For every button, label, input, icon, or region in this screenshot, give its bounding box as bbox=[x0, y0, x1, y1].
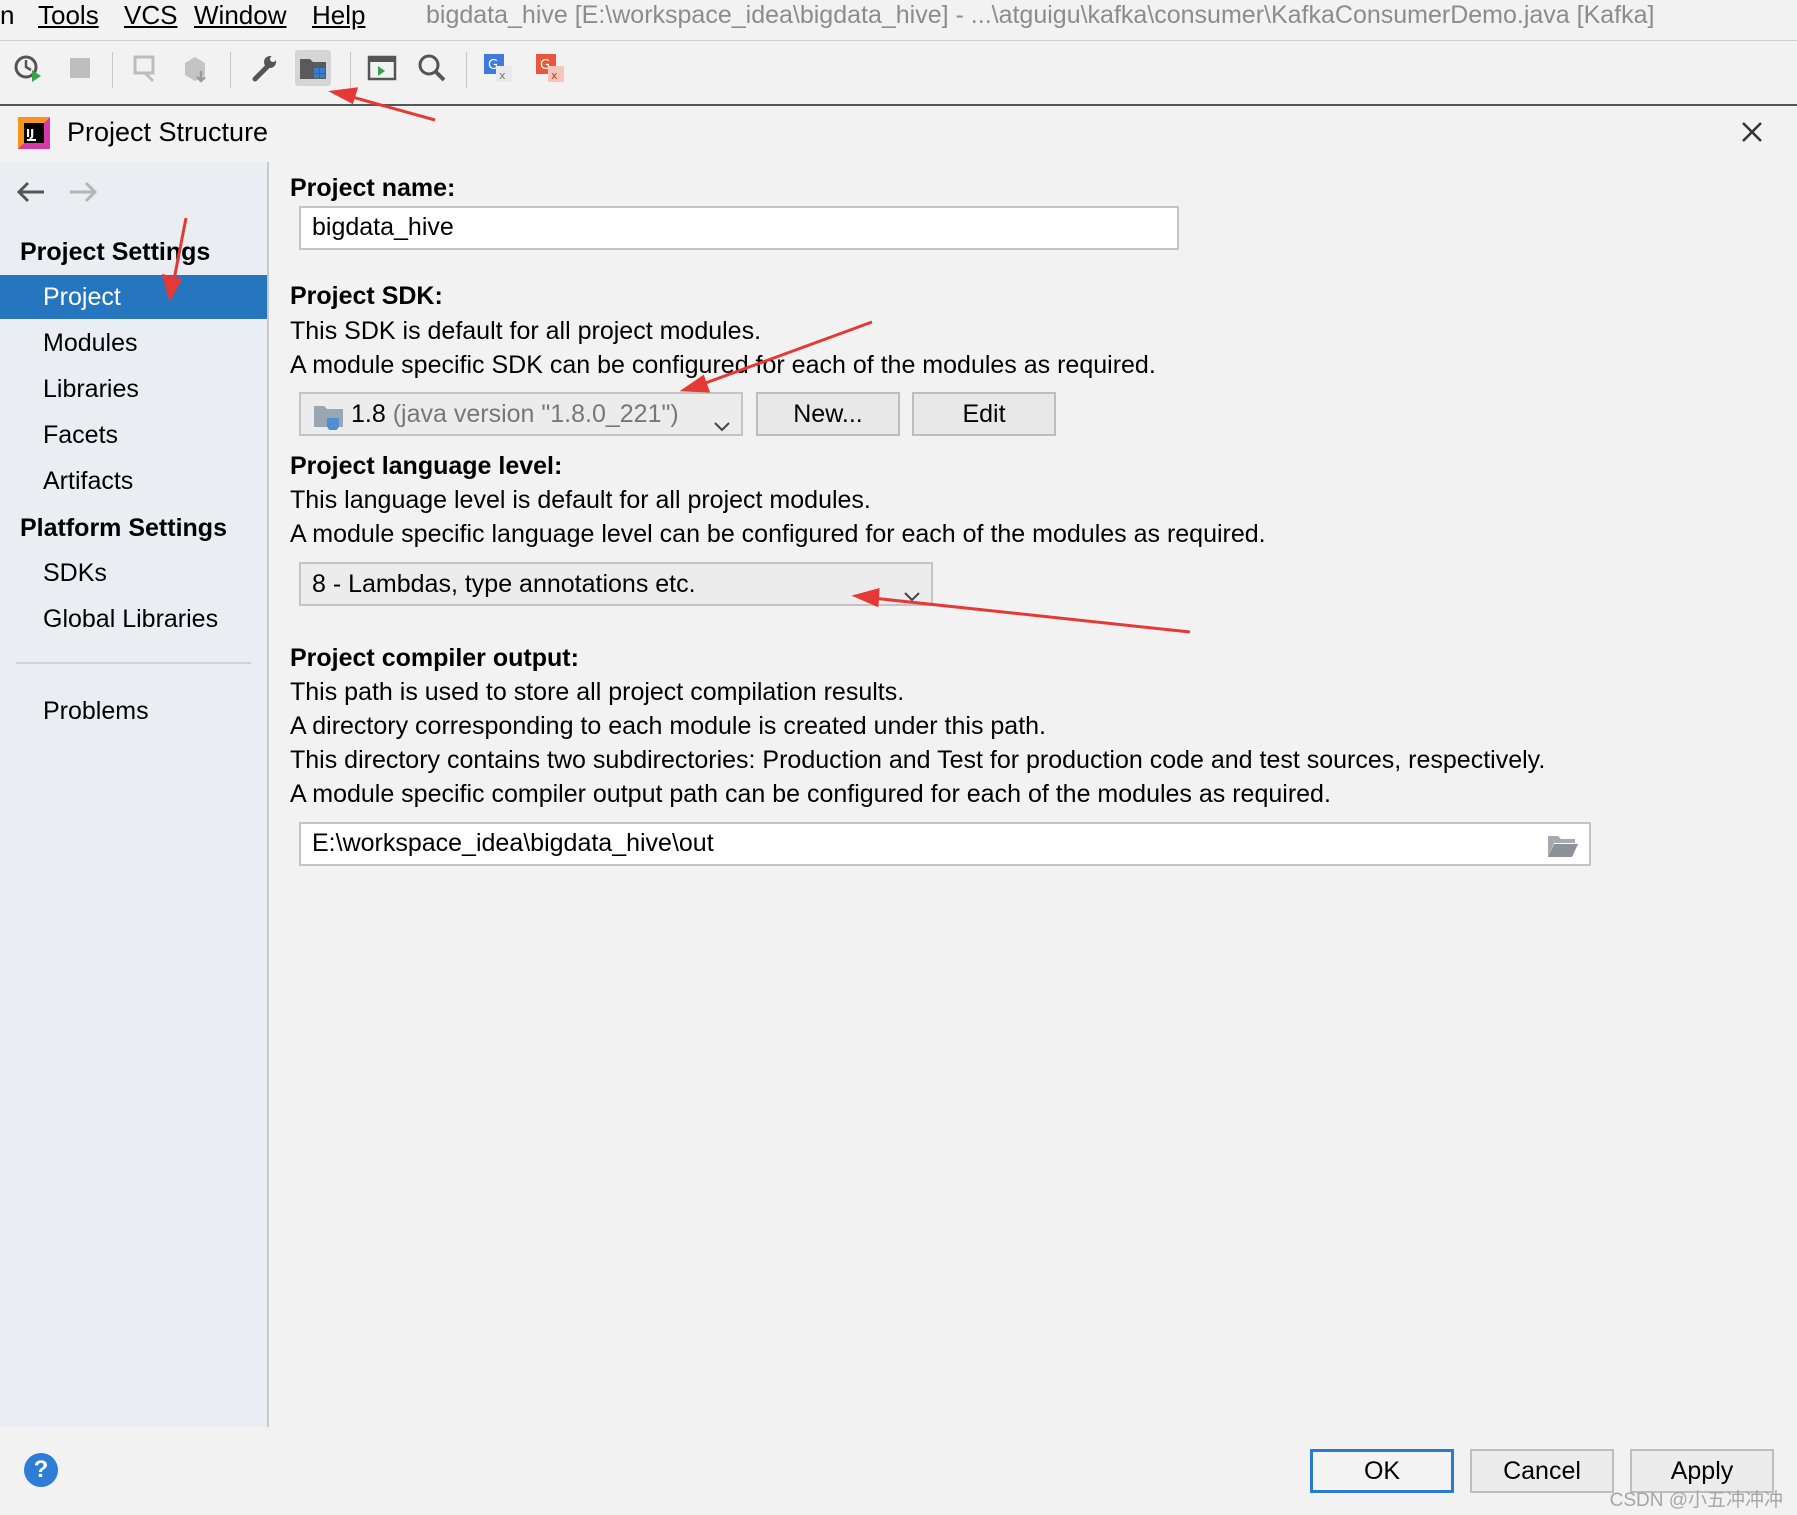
sidebar-item-modules[interactable]: Modules bbox=[0, 321, 267, 365]
sdk-edit-button[interactable]: Edit bbox=[912, 392, 1056, 436]
sdk-version: (java version "1.8.0_221") bbox=[392, 400, 679, 428]
dialog-footer: ? OK Cancel Apply CSDN @小五冲冲冲 bbox=[0, 1427, 1797, 1515]
output-description-3: This directory contains two subdirectori… bbox=[290, 746, 1546, 774]
svg-text:x: x bbox=[499, 69, 506, 82]
sidebar-item-project[interactable]: Project bbox=[0, 275, 267, 319]
sdk-folder-icon bbox=[313, 402, 345, 442]
menu-label-help: Help bbox=[312, 0, 366, 30]
cancel-button[interactable]: Cancel bbox=[1470, 1449, 1614, 1493]
toolbar-separator bbox=[230, 52, 231, 88]
intellij-logo-icon: IJ bbox=[18, 117, 50, 149]
toolbar-separator bbox=[112, 52, 113, 88]
toolbar-separator bbox=[466, 52, 467, 88]
help-button[interactable]: ? bbox=[24, 1453, 58, 1487]
language-description-2: A module specific language level can be … bbox=[290, 520, 1266, 548]
project-settings-panel: Project name: bigdata_hive Project SDK: … bbox=[270, 162, 1797, 1427]
update-running-icon[interactable] bbox=[128, 50, 164, 86]
dialog-title: Project Structure bbox=[67, 117, 269, 147]
chevron-down-icon bbox=[903, 576, 921, 602]
svg-text:IJ: IJ bbox=[26, 127, 34, 140]
sidebar-item-facets[interactable]: Facets bbox=[0, 413, 267, 457]
project-structure-icon[interactable] bbox=[295, 50, 331, 86]
project-name-value: bigdata_hive bbox=[312, 213, 454, 241]
compiler-output-input[interactable]: E:\workspace_idea\bigdata_hive\out bbox=[299, 822, 1591, 866]
svg-text:x: x bbox=[551, 69, 558, 82]
sidebar-divider bbox=[16, 662, 251, 664]
sidebar-item-sdks[interactable]: SDKs bbox=[0, 551, 267, 595]
terminal-window-icon[interactable] bbox=[364, 50, 400, 86]
menu-label-vcs: VCS bbox=[124, 0, 178, 30]
language-level-label: Project language level: bbox=[290, 452, 563, 480]
close-icon[interactable] bbox=[1738, 118, 1766, 146]
settings-sidebar: Project Settings Project Modules Librari… bbox=[0, 162, 269, 1427]
menu-label-tools: Tools bbox=[38, 0, 99, 30]
sidebar-item-libraries[interactable]: Libraries bbox=[0, 367, 267, 411]
menu-label-window: Window bbox=[194, 0, 287, 30]
menu-item-tools[interactable]: Tools bbox=[38, 0, 99, 30]
chevron-down-icon bbox=[713, 406, 731, 432]
ok-button[interactable]: OK bbox=[1310, 1449, 1454, 1493]
compiler-output-label: Project compiler output: bbox=[290, 644, 579, 672]
menu-item-window[interactable]: Window bbox=[194, 0, 286, 30]
window-title: bigdata_hive [E:\workspace_idea\bigdata_… bbox=[426, 1, 1655, 29]
menu-item-vcs[interactable]: VCS bbox=[124, 0, 177, 30]
translate-replace-icon[interactable]: Gx bbox=[532, 50, 568, 86]
project-sdk-label: Project SDK: bbox=[290, 282, 443, 310]
sidebar-item-problems[interactable]: Problems bbox=[0, 689, 267, 733]
sdk-value: 1.8 bbox=[351, 400, 386, 428]
dialog-top-border bbox=[0, 104, 1797, 106]
build-artifacts-icon[interactable] bbox=[178, 50, 214, 86]
menu-item-partial[interactable]: n bbox=[0, 0, 14, 30]
language-description-1: This language level is default for all p… bbox=[290, 486, 871, 514]
sdk-description-2: A module specific SDK can be configured … bbox=[290, 351, 1156, 379]
language-level-value: 8 - Lambdas, type annotations etc. bbox=[312, 570, 696, 598]
sdk-description-1: This SDK is default for all project modu… bbox=[290, 317, 762, 345]
watermark: CSDN @小五冲冲冲 bbox=[1609, 1490, 1783, 1511]
translate-icon[interactable]: Gx bbox=[480, 50, 516, 86]
forward-arrow-icon[interactable] bbox=[66, 178, 100, 206]
menu-item-help[interactable]: Help bbox=[312, 0, 365, 30]
output-description-1: This path is used to store all project c… bbox=[290, 678, 905, 706]
main-toolbar: Gx Gx bbox=[0, 42, 1797, 102]
run-coverage-icon[interactable] bbox=[10, 50, 46, 86]
wrench-icon[interactable] bbox=[246, 50, 282, 86]
menu-bar: n Tools VCS Window Help bigdata_hive [E:… bbox=[0, 0, 1797, 41]
output-description-2: A directory corresponding to each module… bbox=[290, 712, 1046, 740]
folder-open-icon[interactable] bbox=[1547, 832, 1579, 870]
sidebar-item-global-libraries[interactable]: Global Libraries bbox=[0, 597, 267, 641]
stop-icon[interactable] bbox=[62, 50, 98, 86]
sdk-dropdown[interactable]: 1.8 (java version "1.8.0_221") bbox=[299, 392, 743, 436]
output-description-4: A module specific compiler output path c… bbox=[290, 780, 1331, 808]
toolbar-separator bbox=[350, 52, 351, 88]
project-settings-heading: Project Settings bbox=[20, 238, 211, 266]
language-level-dropdown[interactable]: 8 - Lambdas, type annotations etc. bbox=[299, 562, 933, 606]
sdk-new-button[interactable]: New... bbox=[756, 392, 900, 436]
search-icon[interactable] bbox=[414, 50, 450, 86]
project-name-label: Project name: bbox=[290, 174, 456, 202]
menubar-divider bbox=[0, 40, 1797, 41]
project-name-input[interactable]: bigdata_hive bbox=[299, 206, 1179, 250]
compiler-output-value: E:\workspace_idea\bigdata_hive\out bbox=[312, 829, 714, 857]
back-arrow-icon[interactable] bbox=[14, 178, 48, 206]
sidebar-item-artifacts[interactable]: Artifacts bbox=[0, 459, 267, 503]
platform-settings-heading: Platform Settings bbox=[20, 514, 227, 542]
